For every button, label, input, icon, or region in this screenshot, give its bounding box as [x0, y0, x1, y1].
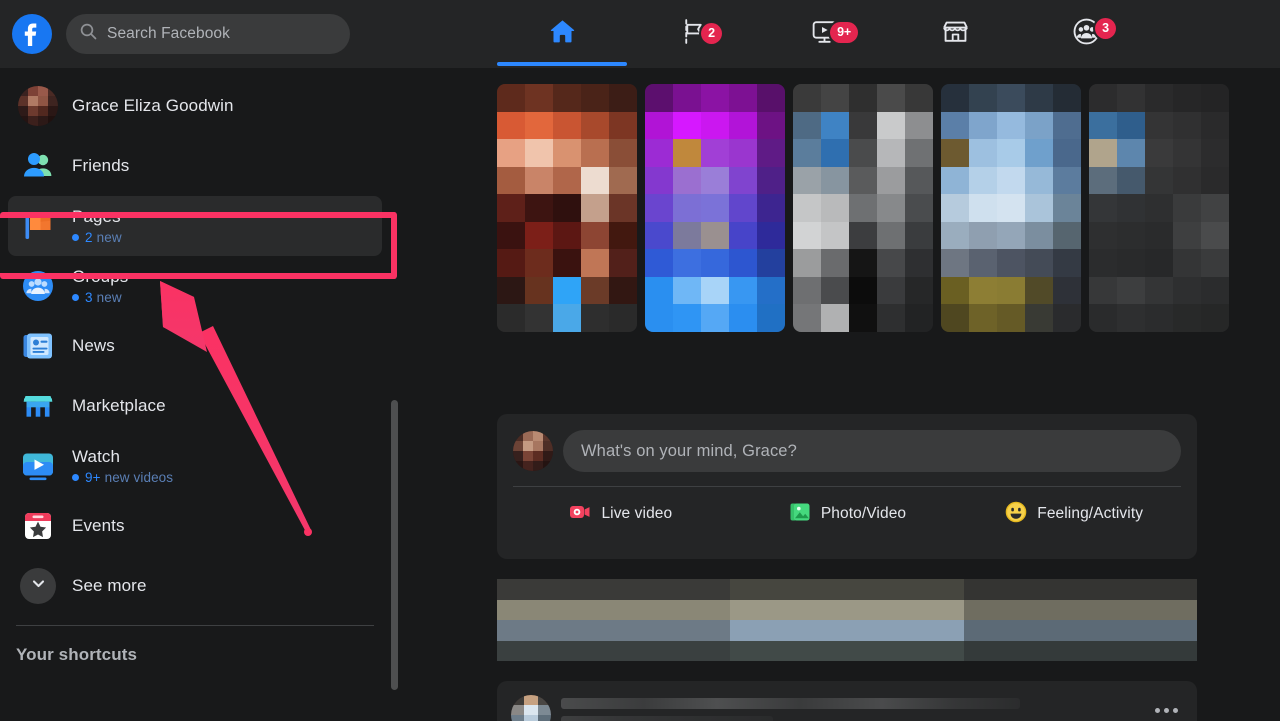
feeling-activity-icon — [1004, 500, 1028, 529]
sidebar-item-badge: 9+ new videos — [72, 470, 173, 485]
sidebar-item-label: Groups — [72, 266, 129, 286]
friends-icon — [16, 144, 60, 188]
post-composer-card: What's on your mind, Grace? Live video P… — [497, 414, 1197, 559]
user-avatar — [16, 84, 60, 128]
nav-tab-list: 2 9+ 3 — [497, 0, 1177, 68]
sidebar-item-label: Events — [72, 515, 125, 535]
room-participant[interactable] — [497, 579, 1197, 661]
sidebar-item-watch[interactable]: Watch 9+ new videos — [8, 436, 382, 496]
home-icon — [548, 17, 577, 51]
sidebar-badge-suffix: new — [96, 230, 122, 246]
sidebar-badge-count: 3 — [85, 290, 93, 306]
story-card[interactable] — [497, 84, 637, 332]
feeling-activity-label: Feeling/Activity — [1037, 505, 1144, 522]
sidebar-item-badge: 2 new — [72, 230, 122, 245]
groups-icon: 3 — [1071, 16, 1116, 52]
post-author-avatar[interactable] — [511, 695, 551, 721]
watch-play-icon: 9+ — [810, 17, 858, 51]
active-tab-underline — [497, 62, 627, 66]
stories-tray — [497, 84, 1232, 332]
sidebar-item-label: Friends — [72, 155, 130, 175]
rooms-row: Create Room — [497, 579, 1197, 661]
sidebar-item-profile[interactable]: Grace Eliza Goodwin — [8, 76, 382, 136]
pages-flag-icon — [16, 204, 60, 248]
facebook-app-window: Search Facebook 2 9+ 3 Grace Eliza Goodw… — [0, 0, 1280, 721]
search-placeholder: Search Facebook — [107, 25, 230, 42]
story-card[interactable] — [645, 84, 785, 332]
see-more-circle — [16, 564, 60, 608]
composer-placeholder: What's on your mind, Grace? — [581, 441, 797, 460]
post-author-meta — [561, 695, 1149, 721]
sidebar-item-friends[interactable]: Friends — [8, 136, 382, 196]
nav-tab-pages[interactable]: 2 — [628, 0, 759, 68]
nav-badge-watch: 9+ — [830, 22, 858, 43]
sidebar-item-label: News — [72, 335, 115, 355]
shortcuts-section-title: Your shortcuts — [16, 645, 138, 664]
new-dot-icon — [72, 474, 79, 482]
sidebar-item-marketplace[interactable]: Marketplace — [8, 376, 382, 436]
news-icon — [16, 324, 60, 368]
sidebar-item-groups[interactable]: Groups 3 new — [8, 256, 382, 316]
news-feed: What's on your mind, Grace? Live video P… — [399, 68, 1280, 721]
sidebar-item-label: See more — [72, 575, 147, 595]
photo-video-icon — [788, 500, 812, 529]
live-video-button[interactable]: Live video — [507, 494, 734, 534]
room-participant-list — [497, 579, 1197, 661]
feed-post-card — [497, 681, 1197, 721]
nav-tab-home[interactable] — [497, 0, 628, 68]
sidebar-item-news[interactable]: News — [8, 316, 382, 376]
story-card[interactable] — [941, 84, 1081, 332]
sidebar-badge-suffix: new — [96, 290, 122, 306]
marketplace-icon — [16, 384, 60, 428]
sidebar-item-label: Grace Eliza Goodwin — [72, 95, 234, 115]
sidebar-badge-suffix: new videos — [104, 470, 174, 486]
story-card[interactable] — [1089, 84, 1229, 332]
sidebar-item-label: Marketplace — [72, 395, 166, 415]
composer-input[interactable]: What's on your mind, Grace? — [563, 430, 1181, 472]
rooms-card: Create Room — [497, 579, 1197, 661]
photo-video-label: Photo/Video — [820, 505, 907, 522]
story-card[interactable] — [793, 84, 933, 332]
top-navigation-bar: Search Facebook 2 9+ 3 — [0, 0, 1280, 68]
composer-top-row: What's on your mind, Grace? — [497, 414, 1197, 472]
groups-icon — [16, 264, 60, 308]
post-header — [497, 681, 1197, 721]
composer-avatar[interactable] — [513, 431, 553, 471]
nav-tab-watch[interactable]: 9+ — [759, 0, 890, 68]
facebook-logo-icon[interactable] — [12, 14, 52, 54]
feeling-activity-button[interactable]: Feeling/Activity — [960, 494, 1187, 534]
chevron-down-icon — [30, 575, 47, 597]
live-video-icon — [568, 500, 592, 529]
nav-tab-marketplace[interactable] — [890, 0, 1021, 68]
nav-tab-groups[interactable]: 3 — [1021, 0, 1152, 68]
search-icon — [80, 23, 97, 45]
sidebar-scrollbar[interactable] — [390, 68, 399, 721]
photo-video-button[interactable]: Photo/Video — [734, 494, 961, 534]
nav-badge-groups: 3 — [1095, 18, 1116, 39]
sidebar-badge-count: 9+ — [85, 470, 101, 486]
composer-action-row: Live video Photo/Video Feeling/Activity — [497, 487, 1197, 541]
sidebar-badge-count: 2 — [85, 230, 93, 246]
watch-icon — [16, 444, 60, 488]
new-dot-icon — [72, 234, 79, 242]
search-input[interactable]: Search Facebook — [66, 14, 350, 54]
sidebar-item-badge: 3 new — [72, 290, 128, 305]
storefront-icon — [941, 17, 970, 51]
left-sidebar: Grace Eliza Goodwin Friends Pages 2 new … — [0, 68, 390, 721]
sidebar-item-events[interactable]: Events — [8, 496, 382, 556]
nav-badge-pages: 2 — [701, 23, 722, 44]
sidebar-scrollbar-thumb[interactable] — [391, 400, 398, 690]
sidebar-item-see-more[interactable]: See more — [8, 556, 382, 616]
new-dot-icon — [72, 294, 79, 302]
sidebar-item-label: Watch — [72, 446, 121, 466]
sidebar-item-label: Pages — [72, 206, 121, 226]
more-options-icon[interactable] — [1149, 697, 1183, 721]
flag-icon: 2 — [679, 17, 722, 51]
sidebar-item-pages[interactable]: Pages 2 new — [8, 196, 382, 256]
events-icon — [16, 504, 60, 548]
live-video-label: Live video — [601, 505, 673, 522]
